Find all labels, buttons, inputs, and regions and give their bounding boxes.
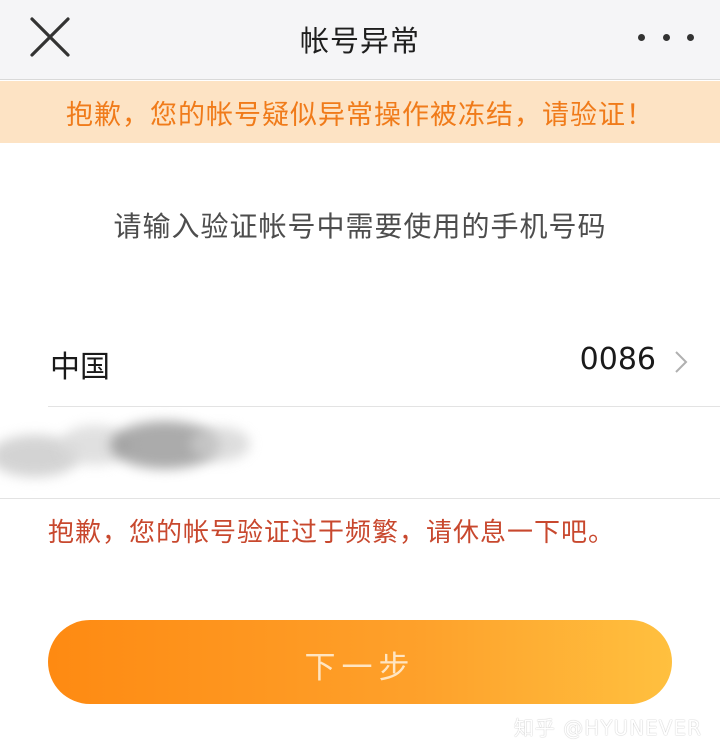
more-dots-icon bbox=[638, 33, 645, 41]
country-selector[interactable]: 中国 0086 bbox=[0, 316, 720, 406]
instruction-text: 请输入验证帐号中需要使用的手机号码 bbox=[113, 210, 607, 243]
top-bar: 帐号异常 bbox=[0, 0, 720, 80]
phone-number-input[interactable] bbox=[0, 407, 720, 499]
country-code: 0086 bbox=[579, 342, 656, 377]
country-name: 中国 bbox=[50, 350, 110, 385]
chevron-right-icon bbox=[675, 351, 688, 373]
close-button[interactable] bbox=[22, 14, 76, 62]
more-dot-3 bbox=[687, 33, 694, 41]
redacted-blur bbox=[190, 427, 250, 461]
warning-message: 抱歉，您的帐号疑似异常操作被冻结，请验证！ bbox=[66, 100, 654, 131]
next-step-button[interactable]: 下一步 bbox=[48, 620, 672, 704]
error-message: 抱歉，您的帐号验证过于频繁，请休息一下吧。 bbox=[48, 518, 616, 548]
page-title: 帐号异常 bbox=[299, 24, 420, 58]
next-step-label: 下一步 bbox=[304, 650, 416, 686]
watermark: 知乎 @HYUNEVER bbox=[513, 716, 702, 740]
close-icon bbox=[30, 17, 70, 57]
warning-banner: 抱歉，您的帐号疑似异常操作被冻结，请验证！ bbox=[0, 81, 720, 143]
more-button[interactable] bbox=[638, 22, 694, 52]
more-dot-2 bbox=[662, 33, 670, 41]
divider bbox=[0, 498, 720, 499]
